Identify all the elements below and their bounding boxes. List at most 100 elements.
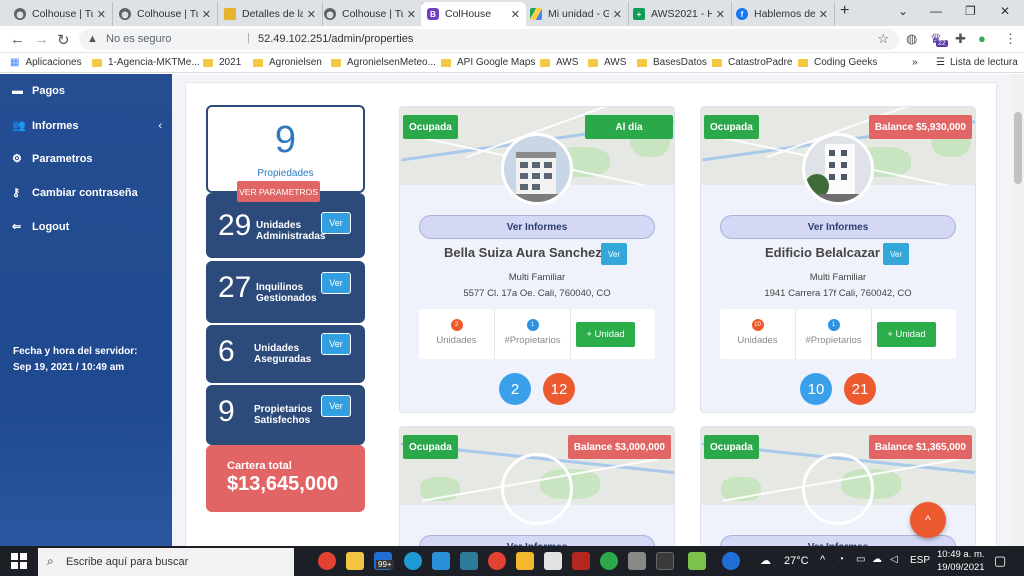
language-indicator[interactable]: ESP <box>910 555 930 566</box>
menu-icon[interactable]: ⋮ <box>1004 31 1017 47</box>
tab-detalles[interactable]: Detalles de la ✕ <box>218 2 323 26</box>
app-icon[interactable] <box>432 552 450 570</box>
extension-globe-icon[interactable]: ◍ <box>906 31 917 47</box>
url-text[interactable]: 52.49.102.251/admin/properties <box>258 33 413 45</box>
clock-time[interactable]: 10:49 a. m. <box>937 549 985 560</box>
close-tab-icon[interactable]: ✕ <box>613 8 622 21</box>
bookmarks-overflow[interactable]: » <box>912 57 918 68</box>
close-tab-icon[interactable]: ✕ <box>307 8 316 21</box>
ver-units-button[interactable]: Ver <box>321 212 351 234</box>
star-icon[interactable]: ☆ <box>877 31 889 47</box>
stat-units: 29 Unidades Administradas Ver <box>206 193 365 258</box>
new-tab-button[interactable]: + <box>840 2 849 20</box>
clock-date[interactable]: 19/09/2021 <box>937 562 985 573</box>
battery-icon[interactable]: ▭ <box>856 554 865 565</box>
ver-informes-button[interactable]: Ver Informes <box>720 215 956 239</box>
property-type: Multi Familiar <box>809 272 867 283</box>
weather-icon[interactable]: ☁ <box>760 554 771 567</box>
bookmark-folder[interactable]: AWS <box>540 57 578 68</box>
bookmark-folder[interactable]: 1-Agencia-MKTMe... <box>92 57 200 68</box>
onedrive-icon[interactable]: ☁ <box>872 554 882 565</box>
box-icon <box>224 8 236 20</box>
chrome-icon[interactable] <box>488 552 506 570</box>
puzzle-icon[interactable]: ✚ <box>955 31 966 47</box>
app-icon[interactable] <box>516 552 534 570</box>
help-icon[interactable] <box>722 552 740 570</box>
notifications-icon[interactable]: ▢ <box>994 553 1006 569</box>
add-unit-button[interactable]: + Unidad <box>877 322 936 347</box>
forward-icon[interactable]: → <box>34 31 49 48</box>
tab-colhouse-2[interactable]: ◍ Colhouse | Tu ✕ <box>113 2 218 26</box>
chrome-icon[interactable] <box>318 552 336 570</box>
sidebar-item-cambiar-contrasena[interactable]: ⚷ Cambiar contraseña <box>12 186 138 200</box>
close-tab-icon[interactable]: ✕ <box>511 8 520 21</box>
taskbar-search[interactable]: ⌕ Escribe aquí para buscar <box>38 548 294 576</box>
bookmark-folder[interactable]: 2021 <box>203 57 241 68</box>
chevron-up-icon[interactable]: ^ <box>820 554 825 566</box>
app-icon[interactable] <box>688 552 706 570</box>
reading-list[interactable]: ☰ Lista de lectura <box>936 57 1018 68</box>
gear-icon[interactable] <box>628 552 646 570</box>
close-tab-icon[interactable]: ✕ <box>202 8 211 21</box>
scrollbar-thumb[interactable] <box>1014 112 1022 184</box>
tab-drive[interactable]: Mi unidad - G ✕ <box>524 2 629 26</box>
reload-icon[interactable]: ↻ <box>57 31 70 49</box>
minimize-icon[interactable]: — <box>930 4 942 18</box>
not-secure-label: No es seguro <box>106 33 172 45</box>
ver-owners-button[interactable]: Ver <box>321 395 351 417</box>
ver-insured-button[interactable]: Ver <box>321 333 351 355</box>
status-badge: Ocupada <box>403 435 458 459</box>
view-params-button[interactable]: VER PARAMETROS <box>237 181 320 202</box>
bookmark-folder[interactable]: Agronielsen <box>253 57 322 68</box>
bookmark-folder[interactable]: AgronielsenMeteo... <box>331 57 436 68</box>
restore-icon[interactable]: ❐ <box>965 4 976 18</box>
app-icon[interactable] <box>600 552 618 570</box>
file-explorer-icon[interactable] <box>346 552 364 570</box>
tab-colhouse-3[interactable]: ◍ Colhouse | Tu ✕ <box>318 2 423 26</box>
sidebar-item-pagos[interactable]: ▬ Pagos <box>12 85 65 97</box>
filezilla-icon[interactable] <box>572 552 590 570</box>
sidebar-item-parametros[interactable]: ⚙ Parametros <box>12 152 93 166</box>
tab-facebook[interactable]: f Hablemos de ✕ <box>730 2 835 26</box>
scroll-top-button[interactable]: ^ <box>910 502 946 538</box>
bookmark-folder[interactable]: AWS <box>588 57 626 68</box>
ver-informes-button[interactable]: Ver Informes <box>419 215 655 239</box>
app-icon[interactable] <box>460 552 478 570</box>
stat-label: Satisfechos <box>254 415 311 426</box>
close-tab-icon[interactable]: ✕ <box>716 8 725 21</box>
close-tab-icon[interactable]: ✕ <box>407 8 416 21</box>
edge-icon[interactable] <box>404 552 422 570</box>
sidebar-item-logout[interactable]: ⇐ Logout <box>12 220 69 234</box>
add-unit-button[interactable]: + Unidad <box>576 322 635 347</box>
close-tab-icon[interactable]: ✕ <box>819 8 828 21</box>
bookmark-folder[interactable]: BasesDatos <box>637 57 707 68</box>
network-icon[interactable]: ◔ <box>838 554 844 565</box>
mail-badge: 99+ <box>376 560 394 569</box>
windows-start-icon[interactable] <box>11 553 27 569</box>
folder-icon <box>203 58 213 67</box>
close-window-icon[interactable]: ✕ <box>1000 4 1010 18</box>
volume-icon[interactable]: ◁ <box>890 554 898 565</box>
url-bar[interactable]: ▲ No es seguro | 52.49.102.251/admin/pro… <box>79 29 899 50</box>
ver-tenants-button[interactable]: Ver <box>321 272 351 294</box>
tab-colhouse-active[interactable]: B ColHouse ✕ <box>421 2 526 26</box>
sidebar-item-informes[interactable]: 👥 Informes ‹ <box>12 119 162 133</box>
close-tab-icon[interactable]: ✕ <box>97 8 106 21</box>
bookmark-folder[interactable]: Coding Geeks <box>798 57 877 68</box>
location-icon[interactable]: ● <box>978 31 986 46</box>
weather-temp[interactable]: 27°C <box>784 555 809 567</box>
back-icon[interactable]: ← <box>10 31 25 48</box>
owners-stat: 1 #Propietarios <box>796 309 872 359</box>
bookmark-apps[interactable]: ▦ Aplicaciones <box>10 57 82 68</box>
scrollbar[interactable] <box>1012 74 1024 546</box>
ver-property-button[interactable]: Ver <box>883 243 909 265</box>
app-icon[interactable] <box>656 552 674 570</box>
tab-sheets[interactable]: + AWS2021 - H ✕ <box>627 2 732 26</box>
tab-colhouse-1[interactable]: ◍ Colhouse | Tu ✕ <box>8 2 113 26</box>
bookmark-folder[interactable]: CatastroPadre <box>712 57 792 68</box>
ver-property-button[interactable]: Ver <box>601 243 627 265</box>
tab-search-icon[interactable]: ⌄ <box>898 4 908 18</box>
app-icon[interactable] <box>544 552 562 570</box>
bookmark-folder[interactable]: API Google Maps <box>441 57 535 68</box>
stat-label: Propietarios <box>254 404 313 415</box>
